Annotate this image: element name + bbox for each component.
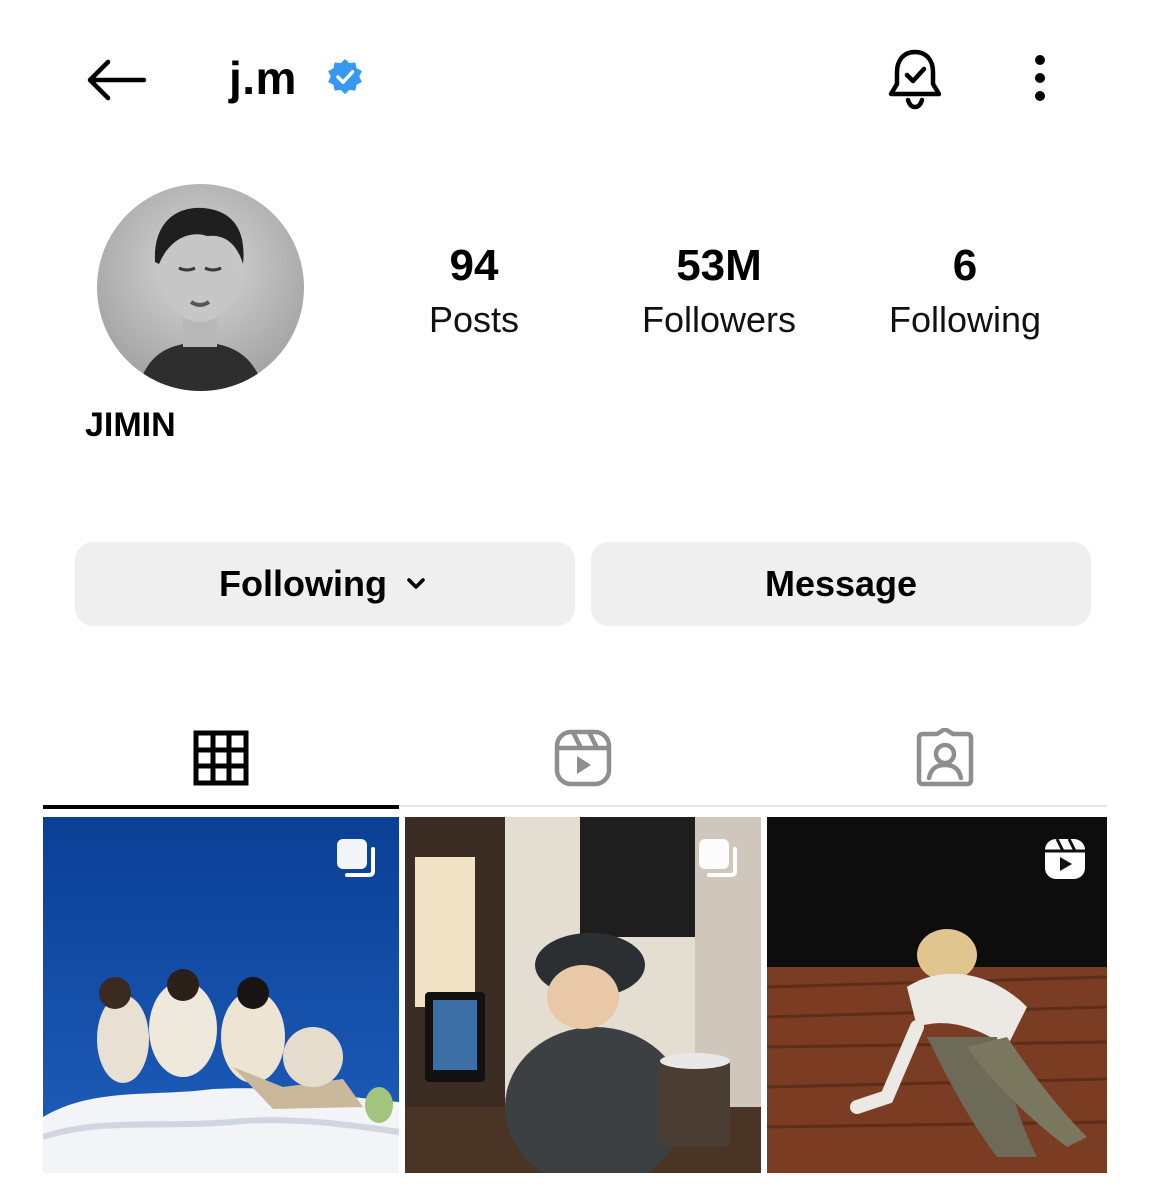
profile-username: j.m <box>229 52 297 104</box>
grid-icon <box>193 730 249 786</box>
following-button[interactable]: Following <box>75 542 575 626</box>
carousel-icon <box>337 839 375 877</box>
followers-label: Followers <box>641 299 797 340</box>
posts-stat[interactable]: 94 Posts <box>354 240 594 342</box>
active-tab-indicator <box>43 805 399 809</box>
tagged-icon <box>916 728 974 787</box>
bell-check-icon <box>888 49 942 110</box>
following-stat[interactable]: 6 Following <box>845 240 1085 342</box>
tab-posts-grid[interactable] <box>43 712 399 804</box>
more-options-button[interactable] <box>1020 52 1060 108</box>
carousel-icon <box>699 839 737 877</box>
followers-stat[interactable]: 53M Followers <box>599 240 839 342</box>
post-thumbnail[interactable] <box>43 817 399 1173</box>
post-thumbnail[interactable] <box>767 817 1107 1173</box>
post-thumbnail[interactable] <box>405 817 761 1173</box>
arrow-left-icon <box>87 59 147 101</box>
reel-icon <box>1045 838 1085 879</box>
posts-count: 94 <box>449 241 499 290</box>
posts-label: Posts <box>428 299 520 340</box>
following-count: 6 <box>952 241 978 290</box>
reels-icon <box>554 729 612 787</box>
chevron-down-icon <box>407 578 425 589</box>
notifications-button[interactable] <box>884 46 946 112</box>
tab-tagged[interactable] <box>767 712 1123 804</box>
more-vertical-icon <box>1035 55 1045 101</box>
following-button-label: Following <box>219 563 387 604</box>
following-label: Following <box>888 299 1042 340</box>
profile-display-name: JIMIN <box>85 406 176 444</box>
profile-screen: j.m 94 Posts 53M Followers 6 Following J… <box>0 0 1150 1200</box>
message-button[interactable]: Message <box>591 542 1091 626</box>
avatar-photo <box>97 184 304 391</box>
followers-count: 53M <box>676 241 762 290</box>
message-button-label: Message <box>764 563 918 604</box>
profile-avatar[interactable] <box>97 184 304 391</box>
tab-reels[interactable] <box>405 712 761 804</box>
back-button[interactable] <box>82 52 152 108</box>
verified-badge-icon <box>328 58 362 95</box>
